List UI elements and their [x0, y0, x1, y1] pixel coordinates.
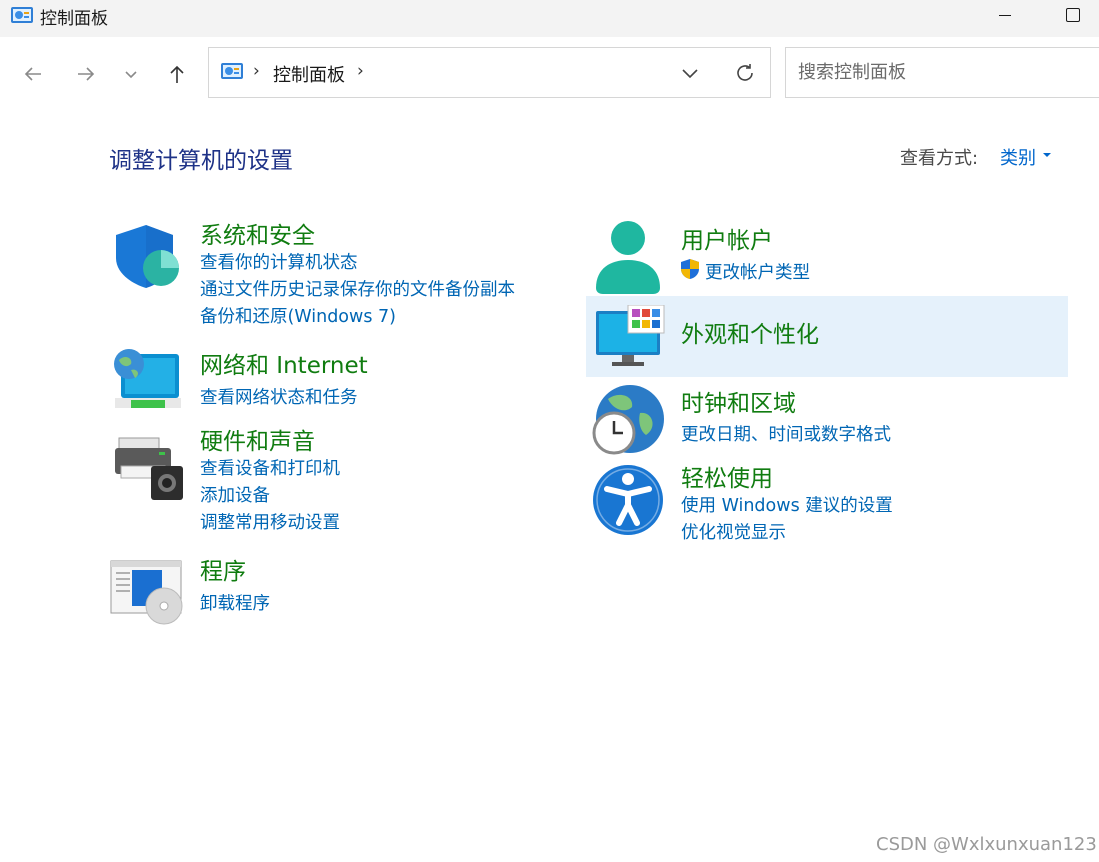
link-optimize-visual-display[interactable]: 优化视觉显示 — [681, 519, 786, 544]
clock-globe-icon[interactable] — [590, 383, 666, 457]
category-system-security-title[interactable]: 系统和安全 — [200, 216, 315, 250]
forward-button[interactable] — [71, 60, 101, 88]
search-input[interactable] — [796, 61, 1099, 84]
link-add-device[interactable]: 添加设备 — [200, 482, 270, 507]
category-programs-title[interactable]: 程序 — [200, 552, 246, 586]
link-network-status[interactable]: 查看网络状态和任务 — [200, 384, 358, 409]
user-account-icon[interactable] — [593, 220, 663, 296]
control-panel-icon — [11, 7, 33, 23]
arrow-left-icon — [24, 67, 41, 81]
dropdown-caret-icon[interactable] — [1043, 153, 1051, 157]
watermark: CSDN @Wxlxunxuan123 — [876, 834, 1097, 855]
link-change-account-type[interactable]: 更改帐户类型 — [705, 259, 810, 284]
page-title: 调整计算机的设置 — [109, 148, 293, 174]
category-hardware-sound-title[interactable]: 硬件和声音 — [200, 422, 315, 456]
maximize-icon — [1066, 8, 1080, 22]
accessibility-icon[interactable] — [591, 463, 665, 537]
category-clock-region-title[interactable]: 时钟和区域 — [681, 384, 796, 418]
breadcrumb-control-panel[interactable]: 控制面板 — [273, 61, 345, 87]
refresh-icon[interactable] — [733, 61, 757, 85]
search-box[interactable] — [785, 47, 1099, 98]
minimize-button[interactable] — [982, 0, 1028, 30]
printer-speaker-icon[interactable] — [113, 436, 185, 502]
control-panel-icon — [221, 63, 243, 79]
link-windows-recommended-settings[interactable]: 使用 Windows 建议的设置 — [681, 492, 893, 517]
shield-security-icon[interactable] — [113, 222, 183, 290]
breadcrumb-separator-icon[interactable]: › — [357, 61, 364, 81]
link-devices-printers[interactable]: 查看设备和打印机 — [200, 455, 340, 480]
link-backup-restore[interactable]: 备份和还原(Windows 7) — [200, 303, 396, 328]
chevron-down-icon — [125, 71, 137, 79]
category-ease-of-access-title[interactable]: 轻松使用 — [681, 459, 773, 493]
link-view-computer-status[interactable]: 查看你的计算机状态 — [200, 249, 358, 274]
breadcrumb-separator-icon: › — [253, 61, 260, 81]
window-title: 控制面板 — [40, 9, 108, 29]
link-file-history-backup[interactable]: 通过文件历史记录保存你的文件备份副本 — [200, 276, 515, 301]
programs-icon[interactable] — [110, 560, 184, 626]
appearance-monitor-icon[interactable] — [594, 305, 666, 369]
category-appearance-title[interactable]: 外观和个性化 — [681, 315, 819, 349]
category-user-accounts-title[interactable]: 用户帐户 — [681, 221, 773, 255]
uac-shield-icon — [681, 259, 699, 279]
link-uninstall-program[interactable]: 卸载程序 — [200, 590, 270, 615]
view-by-dropdown[interactable]: 类别 — [1000, 144, 1036, 170]
maximize-button[interactable] — [1050, 0, 1096, 30]
network-globe-icon[interactable] — [111, 346, 183, 416]
up-button[interactable] — [162, 60, 192, 88]
link-mobility-settings[interactable]: 调整常用移动设置 — [200, 509, 340, 534]
title-bar: 控制面板 — [0, 0, 1099, 37]
arrow-up-icon — [170, 65, 184, 83]
recent-locations-button[interactable] — [116, 60, 146, 88]
minimize-icon — [999, 14, 1011, 16]
address-bar[interactable]: › 控制面板 › — [208, 47, 771, 98]
back-button[interactable] — [18, 60, 48, 88]
arrow-right-icon — [78, 67, 95, 81]
view-by-label: 查看方式: — [900, 148, 979, 169]
link-change-date-time-format[interactable]: 更改日期、时间或数字格式 — [681, 421, 891, 446]
category-network-title[interactable]: 网络和 Internet — [200, 346, 368, 380]
chevron-down-icon[interactable] — [679, 62, 701, 84]
